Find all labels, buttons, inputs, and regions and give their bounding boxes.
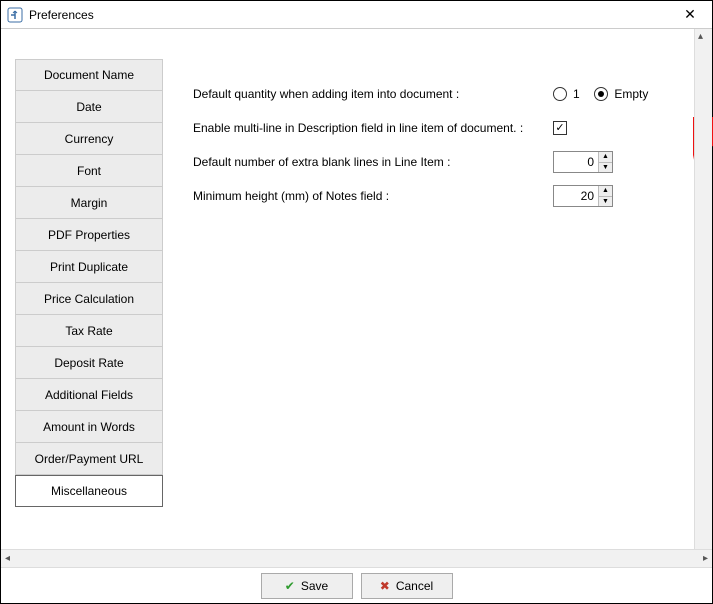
sidebar-item-amount-words[interactable]: Amount in Words	[15, 411, 163, 443]
scroll-left-icon: ◂	[5, 553, 10, 564]
cancel-icon: ✖	[380, 579, 390, 593]
blank-lines-spinner[interactable]: ▲ ▼	[553, 151, 613, 173]
close-button[interactable]: ✕	[674, 6, 706, 23]
sidebar-item-currency[interactable]: Currency	[15, 123, 163, 155]
horizontal-scrollbar[interactable]: ◂ ▸	[1, 549, 712, 567]
notes-height-up[interactable]: ▲	[599, 186, 612, 197]
default-quantity-label: Default quantity when adding item into d…	[193, 87, 553, 101]
multiline-label: Enable multi-line in Description field i…	[193, 121, 553, 135]
sidebar-item-deposit-rate[interactable]: Deposit Rate	[15, 347, 163, 379]
scroll-right-icon: ▸	[703, 553, 708, 564]
sidebar-item-order-url[interactable]: Order/Payment URL	[15, 443, 163, 475]
save-button-label: Save	[301, 579, 328, 593]
window-title: Preferences	[29, 8, 674, 22]
sidebar-item-print-duplicate[interactable]: Print Duplicate	[15, 251, 163, 283]
radio-quantity-1[interactable]	[553, 87, 567, 101]
sidebar-item-tax-rate[interactable]: Tax Rate	[15, 315, 163, 347]
notes-height-spinner[interactable]: ▲ ▼	[553, 185, 613, 207]
sidebar-item-document-name[interactable]: Document Name	[15, 59, 163, 91]
notes-height-label: Minimum height (mm) of Notes field :	[193, 189, 553, 203]
sidebar-item-pdf[interactable]: PDF Properties	[15, 219, 163, 251]
check-icon: ✔	[285, 579, 295, 593]
app-icon	[7, 7, 23, 23]
sidebar-item-margin[interactable]: Margin	[15, 187, 163, 219]
notes-height-input[interactable]	[554, 186, 598, 206]
sidebar-item-price-calc[interactable]: Price Calculation	[15, 283, 163, 315]
radio-quantity-empty[interactable]	[594, 87, 608, 101]
radio-quantity-1-label: 1	[573, 87, 580, 101]
multiline-checkbox[interactable]: ✓	[553, 121, 567, 135]
blank-lines-label: Default number of extra blank lines in L…	[193, 155, 553, 169]
sidebar: Document Name Date Currency Font Margin …	[1, 29, 163, 549]
radio-quantity-empty-label: Empty	[614, 87, 648, 101]
cancel-button[interactable]: ✖ Cancel	[361, 573, 453, 599]
vertical-scrollbar[interactable]: ▴	[694, 29, 712, 549]
sidebar-item-miscellaneous[interactable]: Miscellaneous	[15, 475, 163, 507]
sidebar-item-additional-fields[interactable]: Additional Fields	[15, 379, 163, 411]
blank-lines-up[interactable]: ▲	[599, 152, 612, 163]
blank-lines-down[interactable]: ▼	[599, 163, 612, 173]
sidebar-item-font[interactable]: Font	[15, 155, 163, 187]
save-button[interactable]: ✔ Save	[261, 573, 353, 599]
scroll-up-icon: ▴	[698, 31, 703, 42]
notes-height-down[interactable]: ▼	[599, 197, 612, 207]
sidebar-item-date[interactable]: Date	[15, 91, 163, 123]
content-pane: Default quantity when adding item into d…	[163, 29, 694, 549]
cancel-button-label: Cancel	[396, 579, 433, 593]
blank-lines-input[interactable]	[554, 152, 598, 172]
